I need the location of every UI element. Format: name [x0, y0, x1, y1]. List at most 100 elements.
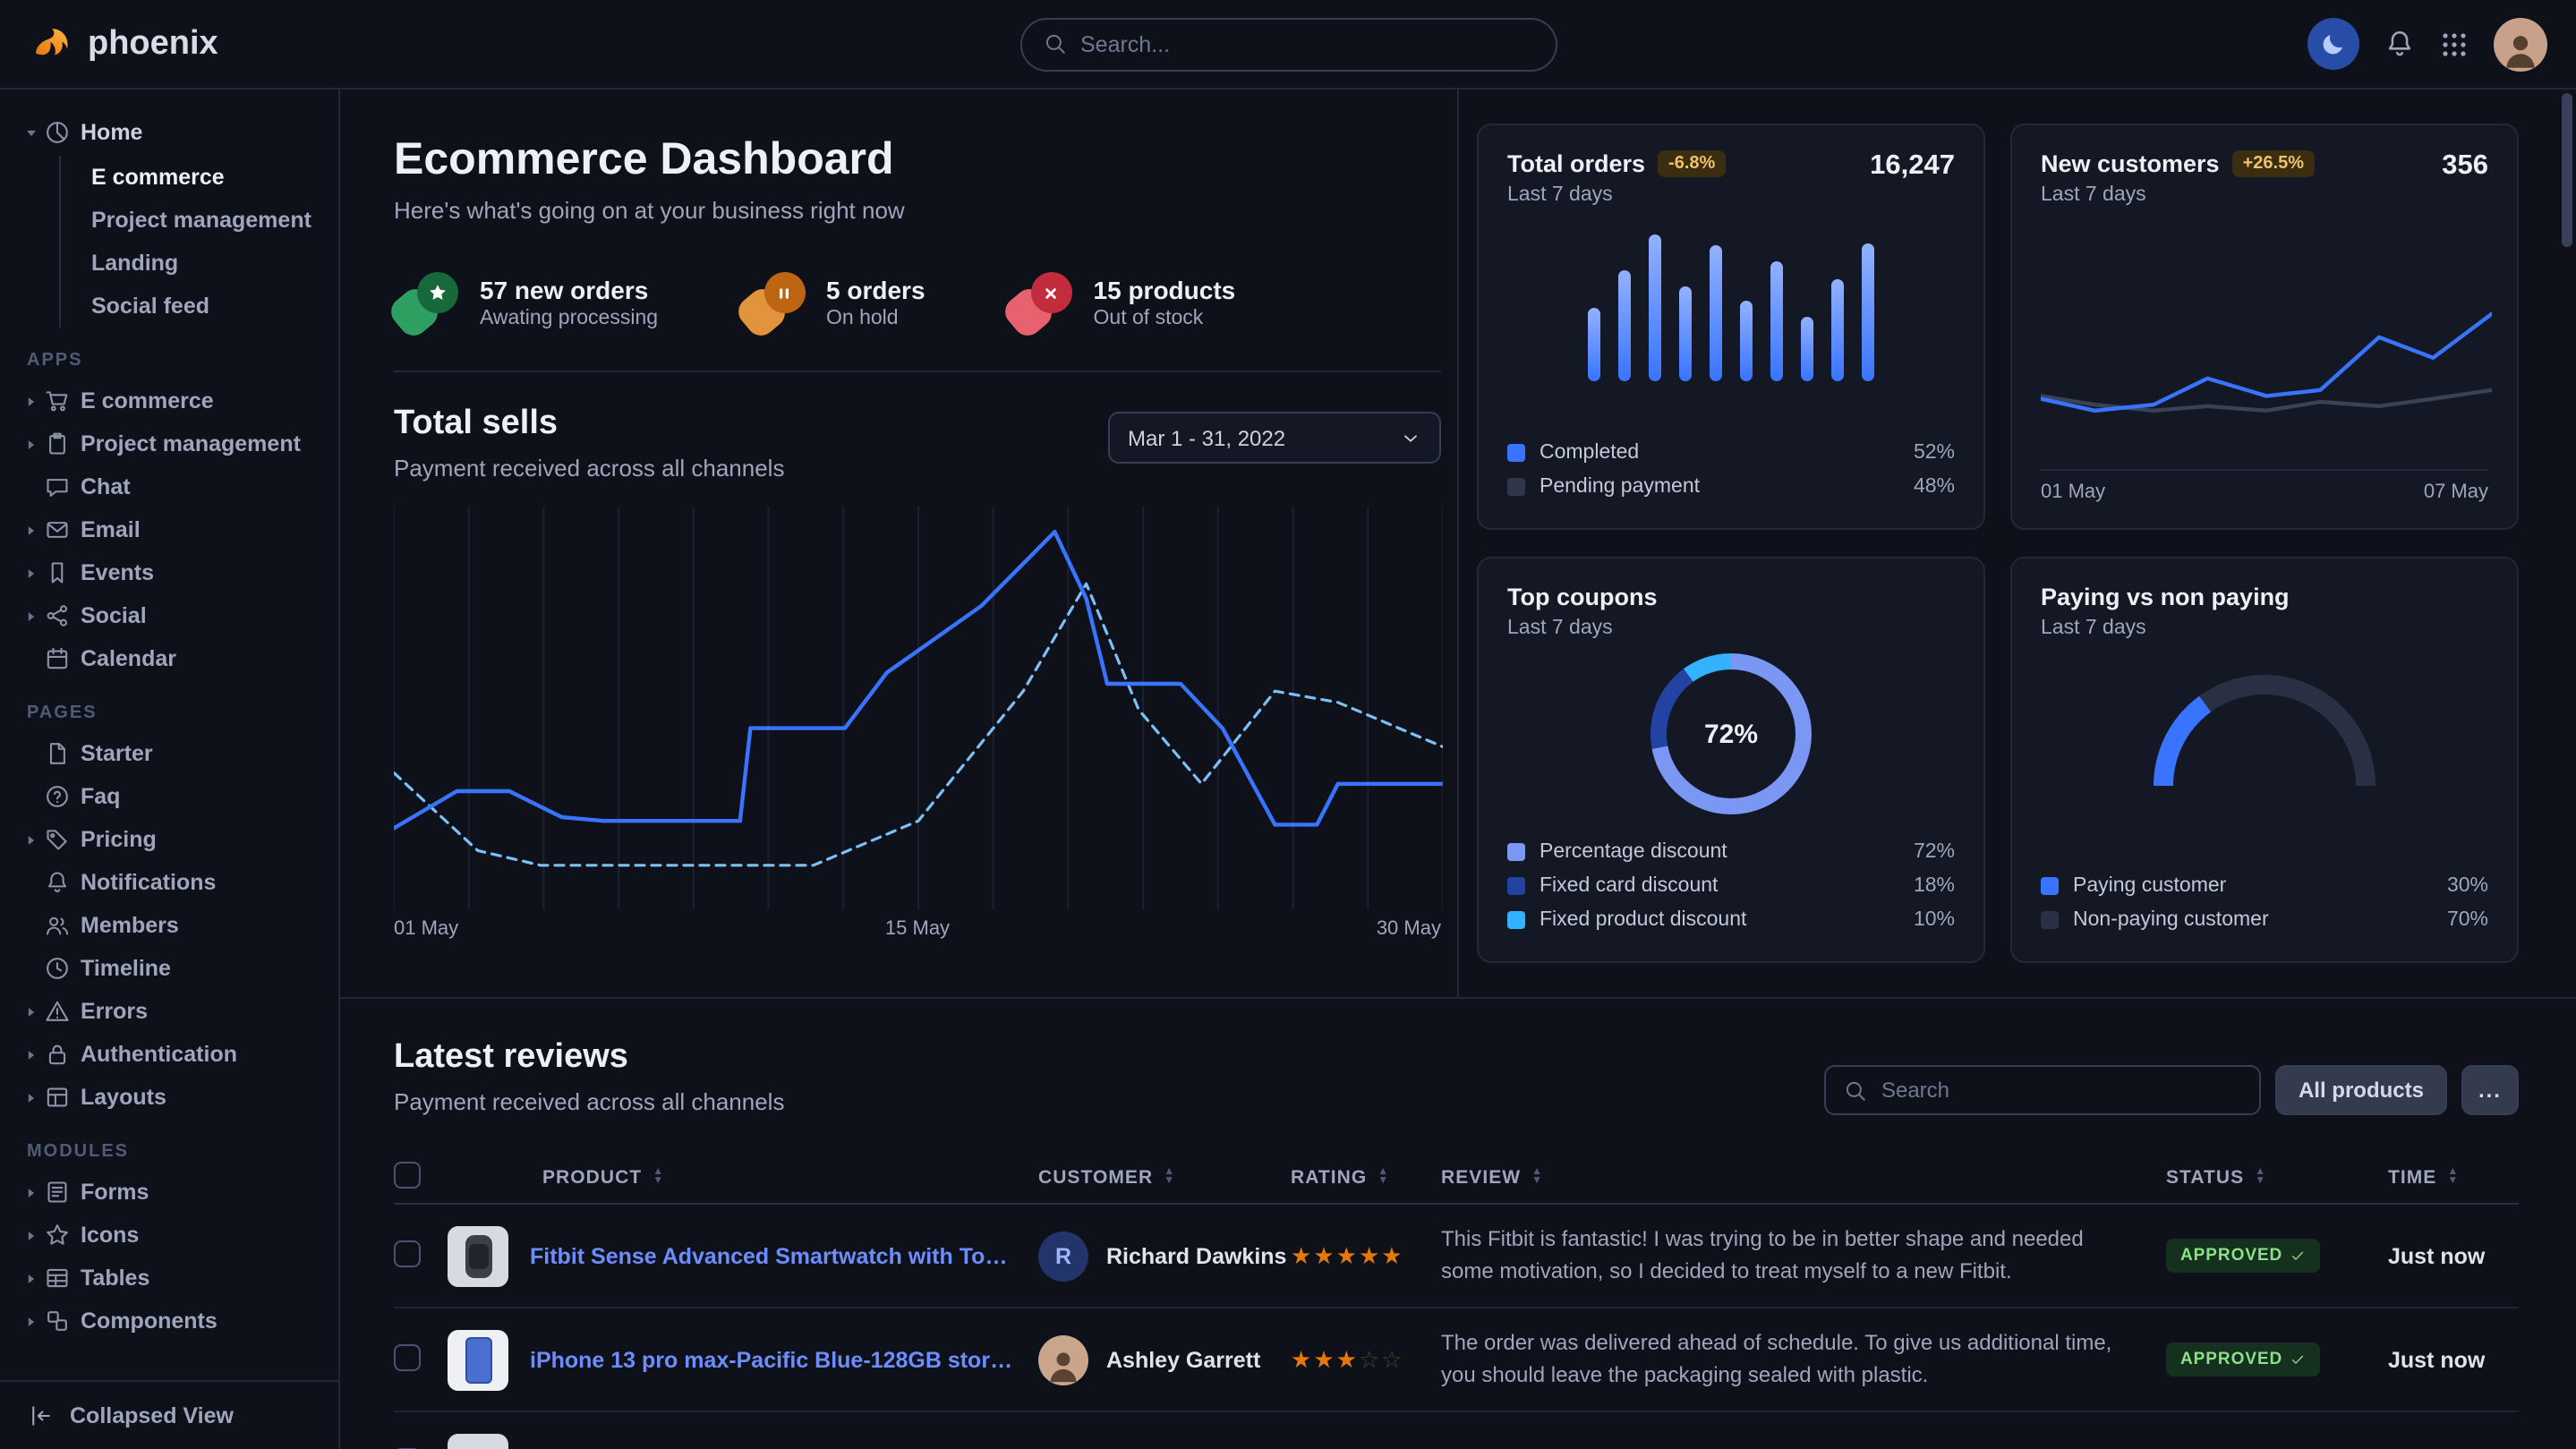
sidebar-item-label: Forms [81, 1180, 149, 1205]
global-search[interactable] [1019, 17, 1557, 71]
more-options-button[interactable]: ... [2461, 1065, 2519, 1115]
sidebar-subitem-project-management[interactable]: Project management [61, 199, 320, 242]
customer-name[interactable]: Ashley Garrett [1106, 1347, 1260, 1372]
table-icon [45, 1266, 81, 1291]
date-range-select[interactable]: Mar 1 - 31, 2022 [1108, 412, 1441, 464]
column-header-product[interactable]: PRODUCT▲▼ [448, 1166, 1038, 1188]
stat-out-of-stock: 15 products Out of stock [1008, 272, 1236, 333]
column-header-time[interactable]: TIME▲▼ [2388, 1166, 2519, 1188]
tag-icon [45, 827, 81, 852]
sidebar-item-layouts[interactable]: Layouts [25, 1076, 320, 1119]
divider [394, 371, 1441, 372]
sidebar-item-email[interactable]: Email [25, 508, 320, 551]
sidebar-item-faq[interactable]: Faq [25, 775, 320, 818]
order-bar [1649, 235, 1661, 381]
cart-icon [45, 388, 81, 413]
column-header-status[interactable]: STATUS▲▼ [2166, 1166, 2388, 1188]
sidebar-item-label: Tables [81, 1266, 149, 1291]
users-icon [45, 913, 81, 938]
sort-icon: ▲▼ [653, 1168, 664, 1186]
sidebar-item-starter[interactable]: Starter [25, 732, 320, 775]
puzzle-icon [45, 1308, 81, 1334]
column-header-rating[interactable]: RATING▲▼ [1291, 1166, 1441, 1188]
x-axis-label: 01 May [394, 918, 458, 940]
reviews-subtitle: Payment received across all channels [394, 1088, 784, 1115]
sidebar-item-e-commerce[interactable]: E commerce [25, 379, 320, 422]
sidebar-item-label: Home [81, 120, 142, 145]
row-checkbox[interactable] [394, 1240, 421, 1266]
sidebar-item-project-management[interactable]: Project management [25, 422, 320, 465]
collapsed-view-toggle[interactable]: Collapsed View [0, 1379, 338, 1449]
user-avatar[interactable] [2494, 17, 2547, 71]
legend-label: Fixed product discount [1540, 908, 1746, 930]
theme-toggle-button[interactable] [2307, 18, 2359, 70]
reviews-table: PRODUCT▲▼CUSTOMER▲▼RATING▲▼REVIEW▲▼STATU… [394, 1151, 2519, 1449]
brand[interactable]: phoenix [29, 21, 218, 67]
sidebar-item-calendar[interactable]: Calendar [25, 637, 320, 680]
product-link[interactable]: Fitbit Sense Advanced Smartwatch with To… [530, 1243, 1013, 1268]
bell-icon [2384, 29, 2415, 59]
sidebar-item-home[interactable]: Home [25, 111, 320, 154]
pause-icon [740, 272, 805, 333]
caret-right-icon [25, 395, 45, 407]
sidebar-item-icons[interactable]: Icons [25, 1214, 320, 1257]
total-sells-header: Total sells Payment received across all … [394, 405, 1441, 482]
column-header-review[interactable]: REVIEW▲▼ [1441, 1166, 2166, 1188]
sidebar-item-components[interactable]: Components [25, 1300, 320, 1342]
reviews-search-input[interactable] [1881, 1078, 2241, 1103]
column-header-customer[interactable]: CUSTOMER▲▼ [1038, 1166, 1291, 1188]
apps-grid-button[interactable] [2440, 30, 2469, 58]
caret-right-icon [25, 833, 45, 846]
caret-right-icon [25, 1048, 45, 1061]
status-badge: APPROVED [2166, 1342, 2320, 1377]
pie-chart-icon [45, 120, 81, 145]
reviews-table-header: PRODUCT▲▼CUSTOMER▲▼RATING▲▼REVIEW▲▼STATU… [394, 1151, 2519, 1205]
row-checkbox[interactable] [394, 1343, 421, 1370]
sidebar-subitem-social-feed[interactable]: Social feed [61, 285, 320, 328]
sidebar-item-notifications[interactable]: Notifications [25, 861, 320, 904]
sidebar-item-tables[interactable]: Tables [25, 1257, 320, 1300]
sidebar-item-chat[interactable]: Chat [25, 465, 320, 508]
star-filled-icon: ★ [1336, 1345, 1359, 1372]
sidebar-item-label: Email [81, 517, 141, 542]
page-scrollbar[interactable] [2562, 93, 2572, 1445]
sidebar-item-authentication[interactable]: Authentication [25, 1033, 320, 1076]
form-icon [45, 1180, 81, 1205]
search-icon [1844, 1078, 1867, 1102]
star-filled-icon: ★ [1313, 1241, 1335, 1268]
all-products-button[interactable]: All products [2275, 1065, 2447, 1115]
scrollbar-thumb[interactable] [2562, 93, 2572, 247]
caret-right-icon [25, 567, 45, 579]
customer-name[interactable]: Richard Dawkins [1106, 1243, 1286, 1268]
sidebar-item-forms[interactable]: Forms [25, 1171, 320, 1214]
order-bar [1770, 261, 1783, 381]
sidebar-item-social[interactable]: Social [25, 594, 320, 637]
check-icon [2290, 1248, 2306, 1264]
select-all-checkbox[interactable] [394, 1161, 421, 1188]
sidebar-item-timeline[interactable]: Timeline [25, 947, 320, 990]
sidebar-item-members[interactable]: Members [25, 904, 320, 947]
order-bar [1831, 280, 1844, 382]
product-link[interactable]: iPhone 13 pro max-Pacific Blue-128GB sto… [530, 1347, 1013, 1372]
legend-swatch [1507, 443, 1525, 461]
notifications-button[interactable] [2384, 29, 2415, 59]
sidebar-subitem-landing[interactable]: Landing [61, 242, 320, 285]
sidebar-item-events[interactable]: Events [25, 551, 320, 594]
reviews-search[interactable] [1824, 1065, 2261, 1115]
sidebar-item-pricing[interactable]: Pricing [25, 818, 320, 861]
top-coupons-title: Top coupons [1507, 584, 1658, 610]
top-coupons-donut-chart: 72% [1651, 653, 1812, 814]
caret-right-icon [25, 1186, 45, 1198]
rating-stars: ★★★☆☆ [1291, 1345, 1441, 1374]
sidebar-subitem-e-commerce[interactable]: E commerce [61, 156, 320, 199]
product-thumbnail [448, 1433, 508, 1449]
global-search-input[interactable] [1080, 31, 1533, 56]
stat-caption: Awating processing [480, 308, 658, 329]
sidebar-item-label: Notifications [81, 870, 216, 895]
navbar-actions [2307, 17, 2547, 71]
sidebar-item-errors[interactable]: Errors [25, 990, 320, 1033]
caret-right-icon [25, 524, 45, 536]
star-filled-icon: ★ [1313, 1345, 1335, 1372]
reviews-table-body: Fitbit Sense Advanced Smartwatch with To… [394, 1205, 2519, 1449]
stat-value: 57 new orders [480, 276, 658, 304]
